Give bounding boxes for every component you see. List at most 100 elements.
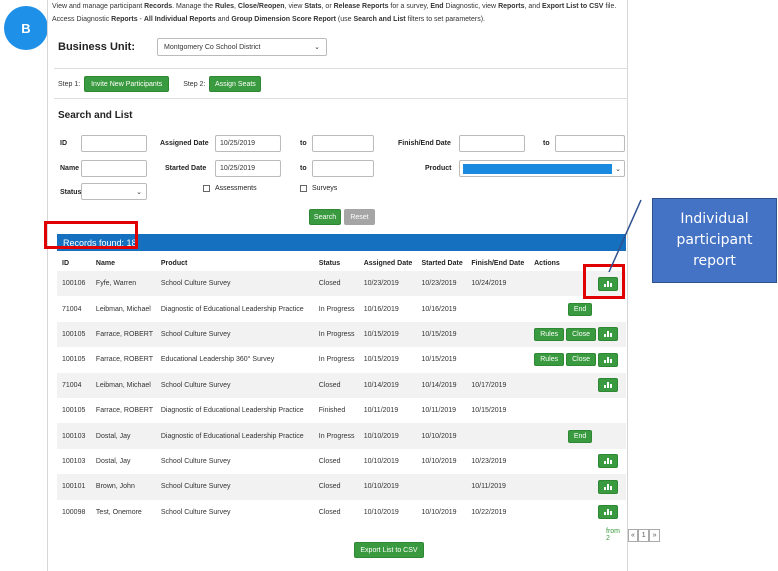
cell-actions: End [529,296,626,322]
participants-table: ID Name Product Status Assigned Date Started … [57,255,626,525]
individual-report-button[interactable] [598,378,618,393]
cell-id: 100098 [57,499,91,525]
step1-label: Step 1: [58,80,81,88]
intro-text: View and manage participant Records. Man… [52,0,630,26]
cell-status: In Progress [313,296,359,322]
cell-id: 100106 [57,271,91,297]
intro-text-part: View and manage participant [52,3,145,10]
assigned-to-input[interactable] [312,135,374,152]
end-button[interactable]: End [567,302,593,316]
intro-text-part: and [215,16,232,23]
intro-keyword: End [430,3,444,10]
assigned-from-input[interactable]: 10/25/2019 [215,135,281,152]
bar-chart-icon [604,280,612,287]
status-label: Status [60,189,82,196]
intro-keyword: Group Dimension Score Report [231,16,336,23]
intro-text-part: for a survey, [388,3,431,10]
intro-text-part: Diagnostic, view [443,3,499,10]
cell-status: Closed [313,448,359,475]
cell-product: School Culture Survey [155,321,314,348]
cell-assigned-date: 10/14/2019 [358,372,417,398]
intro-line-1: View and manage participant Records. Man… [52,0,630,13]
cell-status: Closed [313,499,359,525]
individual-report-button[interactable] [598,454,618,469]
reset-button[interactable]: Reset [344,209,375,225]
invite-participants-button[interactable]: Invite New Participants [84,76,170,92]
table-row: 100106 Fyfe, Warren School Culture Survey C… [57,271,626,297]
business-unit-select[interactable]: Montgomery Co School District ⌄ [157,38,327,56]
cell-status: Closed [313,271,359,297]
business-unit-value: Montgomery Co School District [164,43,261,51]
rules-button[interactable]: Rules [534,353,565,367]
cell-assigned-date: 10/15/2019 [358,321,417,348]
cell-started-date: 10/10/2019 [416,499,467,525]
individual-report-button[interactable] [598,276,618,291]
surveys-checkbox[interactable]: Surveys [300,185,337,192]
finish-to-label: to [543,140,550,147]
close-button[interactable]: Close [566,327,596,341]
step2-label: Step 2: [183,80,206,88]
column-header-product: Product [160,259,188,267]
search-button[interactable]: Search [309,209,341,225]
cell-product: Educational Leadership 360° Survey [155,347,314,373]
finish-to-input[interactable] [555,135,625,152]
row-actions [534,454,626,469]
intro-keyword: Reports [498,3,525,10]
row-actions: Rules Close [534,352,626,367]
column-header-status: Status [318,259,341,267]
surveys-label: Surveys [312,185,338,192]
table-row: 100098 Test, Onemore School Culture Survey… [57,499,626,525]
started-to-input[interactable] [312,160,374,177]
bar-chart-icon [604,356,612,363]
records-found-bar: Records found: 18 [57,234,626,251]
individual-report-button[interactable] [598,505,618,520]
cell-started-date: 10/11/2019 [416,397,467,424]
intro-text-part: (use [335,16,354,23]
cell-started-date [416,474,467,500]
intro-keyword: Records [144,3,173,10]
intro-text-part: filters to set parameters). [405,16,485,23]
chevron-down-icon: ⌄ [136,188,142,196]
started-from-input[interactable]: 10/25/2019 [215,160,281,177]
bar-chart-icon [604,331,612,338]
cell-actions [529,271,626,297]
cell-name: Brown, John [90,474,156,500]
product-select[interactable]: ⌄ [459,160,625,177]
assessments-checkbox[interactable]: Assessments [203,185,257,192]
bar-chart-icon [604,483,612,490]
pagination: from 2 « 1 » [606,528,660,542]
close-button[interactable]: Close [566,353,596,367]
main-panel: View and manage participant Records. Man… [47,0,660,571]
cell-actions: End [529,423,626,449]
individual-report-button[interactable] [598,352,618,367]
cell-id: 71004 [57,372,91,398]
cell-assigned-date: 10/10/2019 [358,499,417,525]
cell-status: In Progress [313,347,359,373]
assessments-label: Assessments [215,185,257,192]
next-page-button[interactable]: » [649,528,660,542]
cell-finish-end-date: 10/23/2019 [466,448,530,475]
checkbox-icon [203,185,210,192]
divider [54,68,628,69]
chevron-down-icon: ⌄ [615,165,621,173]
name-input[interactable] [81,160,147,177]
assign-seats-button[interactable]: Assign Seats [209,76,262,92]
finish-from-input[interactable] [459,135,525,152]
end-button[interactable]: End [567,429,593,443]
id-input[interactable] [81,135,147,152]
cell-status: In Progress [313,321,359,348]
intro-text-part: , or [321,3,334,10]
individual-report-button[interactable] [598,479,618,494]
rules-button[interactable]: Rules [534,327,565,341]
export-csv-button[interactable]: Export List to CSV [354,542,424,558]
status-select[interactable]: ⌄ [81,183,147,200]
started-to-label: to [300,165,307,172]
cell-id: 100105 [57,397,91,424]
page-1-button[interactable]: 1 [638,528,650,542]
cell-assigned-date: 10/10/2019 [358,474,417,500]
prev-page-button[interactable]: « [627,528,639,542]
column-header-finish-end-date: Finish/End Date [471,259,525,267]
cell-id: 100103 [57,448,91,475]
steps-row: Step 1: Invite New Participants Step 2: … [58,76,262,92]
individual-report-button[interactable] [598,327,618,342]
